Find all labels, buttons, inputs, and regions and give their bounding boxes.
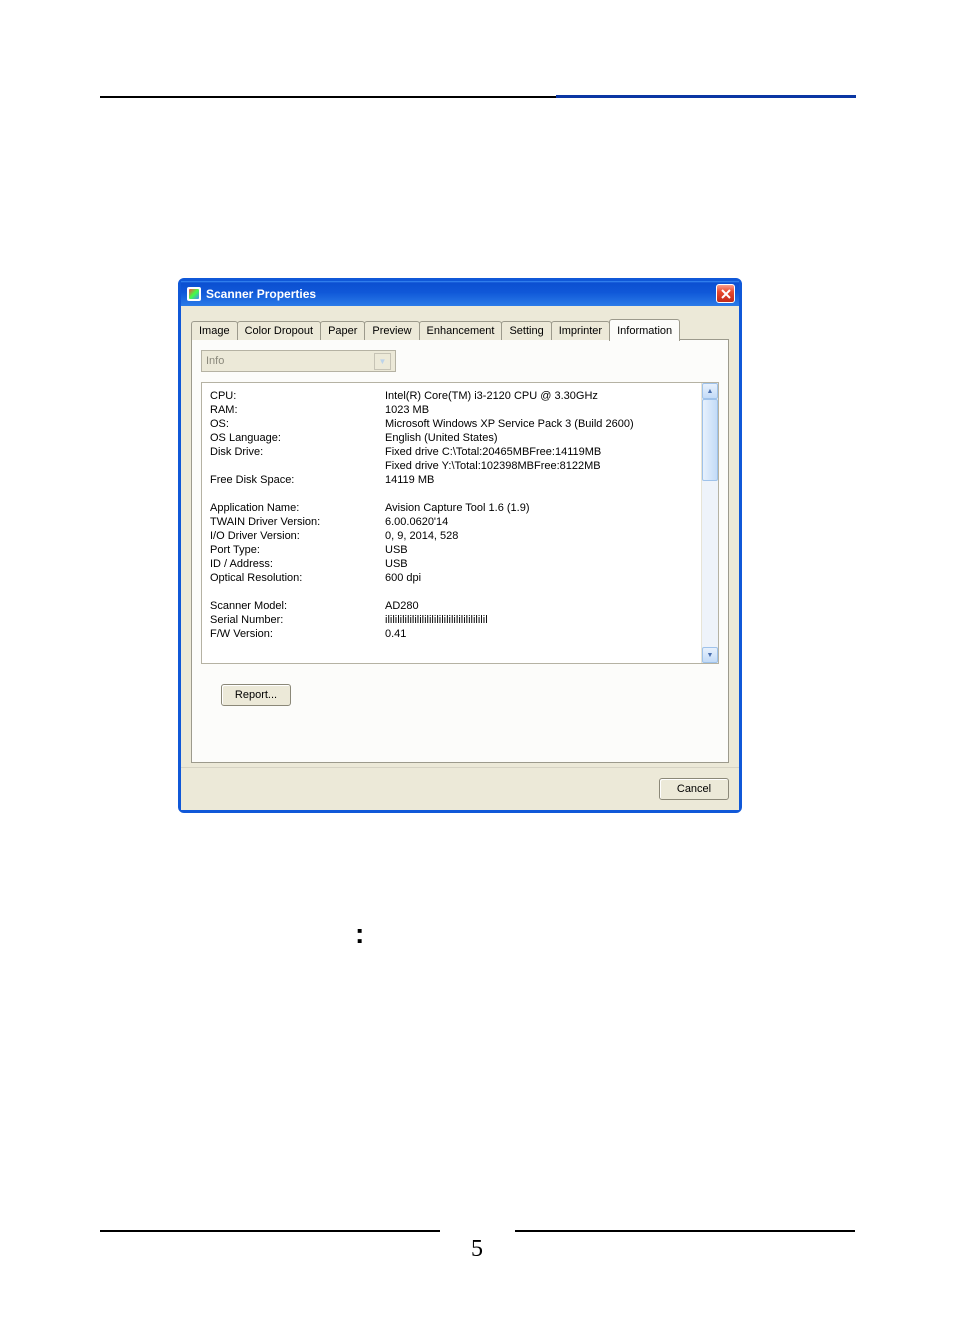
value-cpu: Intel(R) Core(TM) i3-2120 CPU @ 3.30GHz <box>385 389 693 403</box>
value-io-version: 0, 9, 2014, 528 <box>385 529 693 543</box>
label-twain-version: TWAIN Driver Version: <box>210 515 385 529</box>
tab-color-dropout[interactable]: Color Dropout <box>237 321 321 340</box>
label-io-version: I/O Driver Version: <box>210 529 385 543</box>
label-serial-number: Serial Number: <box>210 613 385 627</box>
label-fw-version: F/W Version: <box>210 627 385 641</box>
value-id-address: USB <box>385 557 693 571</box>
page-text-colon: : <box>355 918 364 950</box>
scroll-thumb[interactable] <box>702 399 718 481</box>
label-id-address: ID / Address: <box>210 557 385 571</box>
report-button[interactable]: Report... <box>221 684 291 706</box>
label-disk-drive: Disk Drive: <box>210 445 385 459</box>
tab-label: Color Dropout <box>245 325 313 337</box>
app-icon <box>187 287 201 301</box>
report-button-label: Report... <box>235 689 277 701</box>
information-panel: Info ▼ CPU:Intel(R) Core(TM) i3-2120 CPU… <box>191 339 729 763</box>
value-os-language: English (United States) <box>385 431 693 445</box>
value-free-disk: 14119 MB <box>385 473 693 487</box>
tab-imprinter[interactable]: Imprinter <box>551 321 610 340</box>
label-os: OS: <box>210 417 385 431</box>
tab-preview[interactable]: Preview <box>364 321 419 340</box>
tab-enhancement[interactable]: Enhancement <box>419 321 503 340</box>
value-app-name: Avision Capture Tool 1.6 (1.9) <box>385 501 693 515</box>
value-optical-res: 600 dpi <box>385 571 693 585</box>
value-port-type: USB <box>385 543 693 557</box>
label-free-disk: Free Disk Space: <box>210 473 385 487</box>
value-twain-version: 6.00.0620'14 <box>385 515 693 529</box>
tab-label: Information <box>617 325 672 337</box>
tab-label: Enhancement <box>427 325 495 337</box>
tab-label: Paper <box>328 325 357 337</box>
scrollbar[interactable]: ▲ ▼ <box>701 383 718 663</box>
tab-label: Imprinter <box>559 325 602 337</box>
tab-label: Image <box>199 325 230 337</box>
page-rule-bottom-left <box>100 1230 440 1232</box>
titlebar: Scanner Properties <box>181 281 739 306</box>
label-app-name: Application Name: <box>210 501 385 515</box>
page-number: 5 <box>0 1236 954 1263</box>
label-cpu: CPU: <box>210 389 385 403</box>
tab-strip: Image Color Dropout Paper Preview Enhanc… <box>191 318 729 340</box>
tab-setting[interactable]: Setting <box>501 321 551 340</box>
scanner-properties-dialog: Scanner Properties Image Color Dropout P… <box>178 278 742 813</box>
window-title: Scanner Properties <box>206 287 316 301</box>
value-disk-drive-c: Fixed drive C:\Total:20465MBFree:14119MB <box>385 445 693 459</box>
scroll-down-button[interactable]: ▼ <box>702 647 718 663</box>
close-icon <box>721 289 731 299</box>
value-scanner-model: AD280 <box>385 599 693 613</box>
cancel-button-label: Cancel <box>677 783 711 795</box>
value-disk-drive-y: Fixed drive Y:\Total:102398MBFree:8122MB <box>385 459 693 473</box>
page-rule-top <box>100 96 855 98</box>
tab-information[interactable]: Information <box>609 319 680 341</box>
cancel-button[interactable]: Cancel <box>659 778 729 800</box>
info-dropdown-value: Info <box>206 355 224 367</box>
tab-image[interactable]: Image <box>191 321 238 340</box>
label-os-language: OS Language: <box>210 431 385 445</box>
close-button[interactable] <box>716 284 735 303</box>
info-listbox: CPU:Intel(R) Core(TM) i3-2120 CPU @ 3.30… <box>201 382 719 664</box>
label-blank <box>210 459 385 473</box>
value-fw-version: 0.41 <box>385 627 693 641</box>
value-serial-number: ilililililililililililililililililililil… <box>385 613 693 627</box>
tab-label: Preview <box>372 325 411 337</box>
value-os: Microsoft Windows XP Service Pack 3 (Bui… <box>385 417 693 431</box>
label-scanner-model: Scanner Model: <box>210 599 385 613</box>
page-rule-bottom-right <box>515 1230 855 1232</box>
dialog-footer: Cancel <box>181 767 739 810</box>
label-port-type: Port Type: <box>210 543 385 557</box>
tab-paper[interactable]: Paper <box>320 321 365 340</box>
label-ram: RAM: <box>210 403 385 417</box>
chevron-down-icon: ▼ <box>374 353 391 370</box>
scroll-up-button[interactable]: ▲ <box>702 383 718 399</box>
tab-label: Setting <box>509 325 543 337</box>
info-dropdown[interactable]: Info ▼ <box>201 350 396 372</box>
label-optical-res: Optical Resolution: <box>210 571 385 585</box>
value-ram: 1023 MB <box>385 403 693 417</box>
